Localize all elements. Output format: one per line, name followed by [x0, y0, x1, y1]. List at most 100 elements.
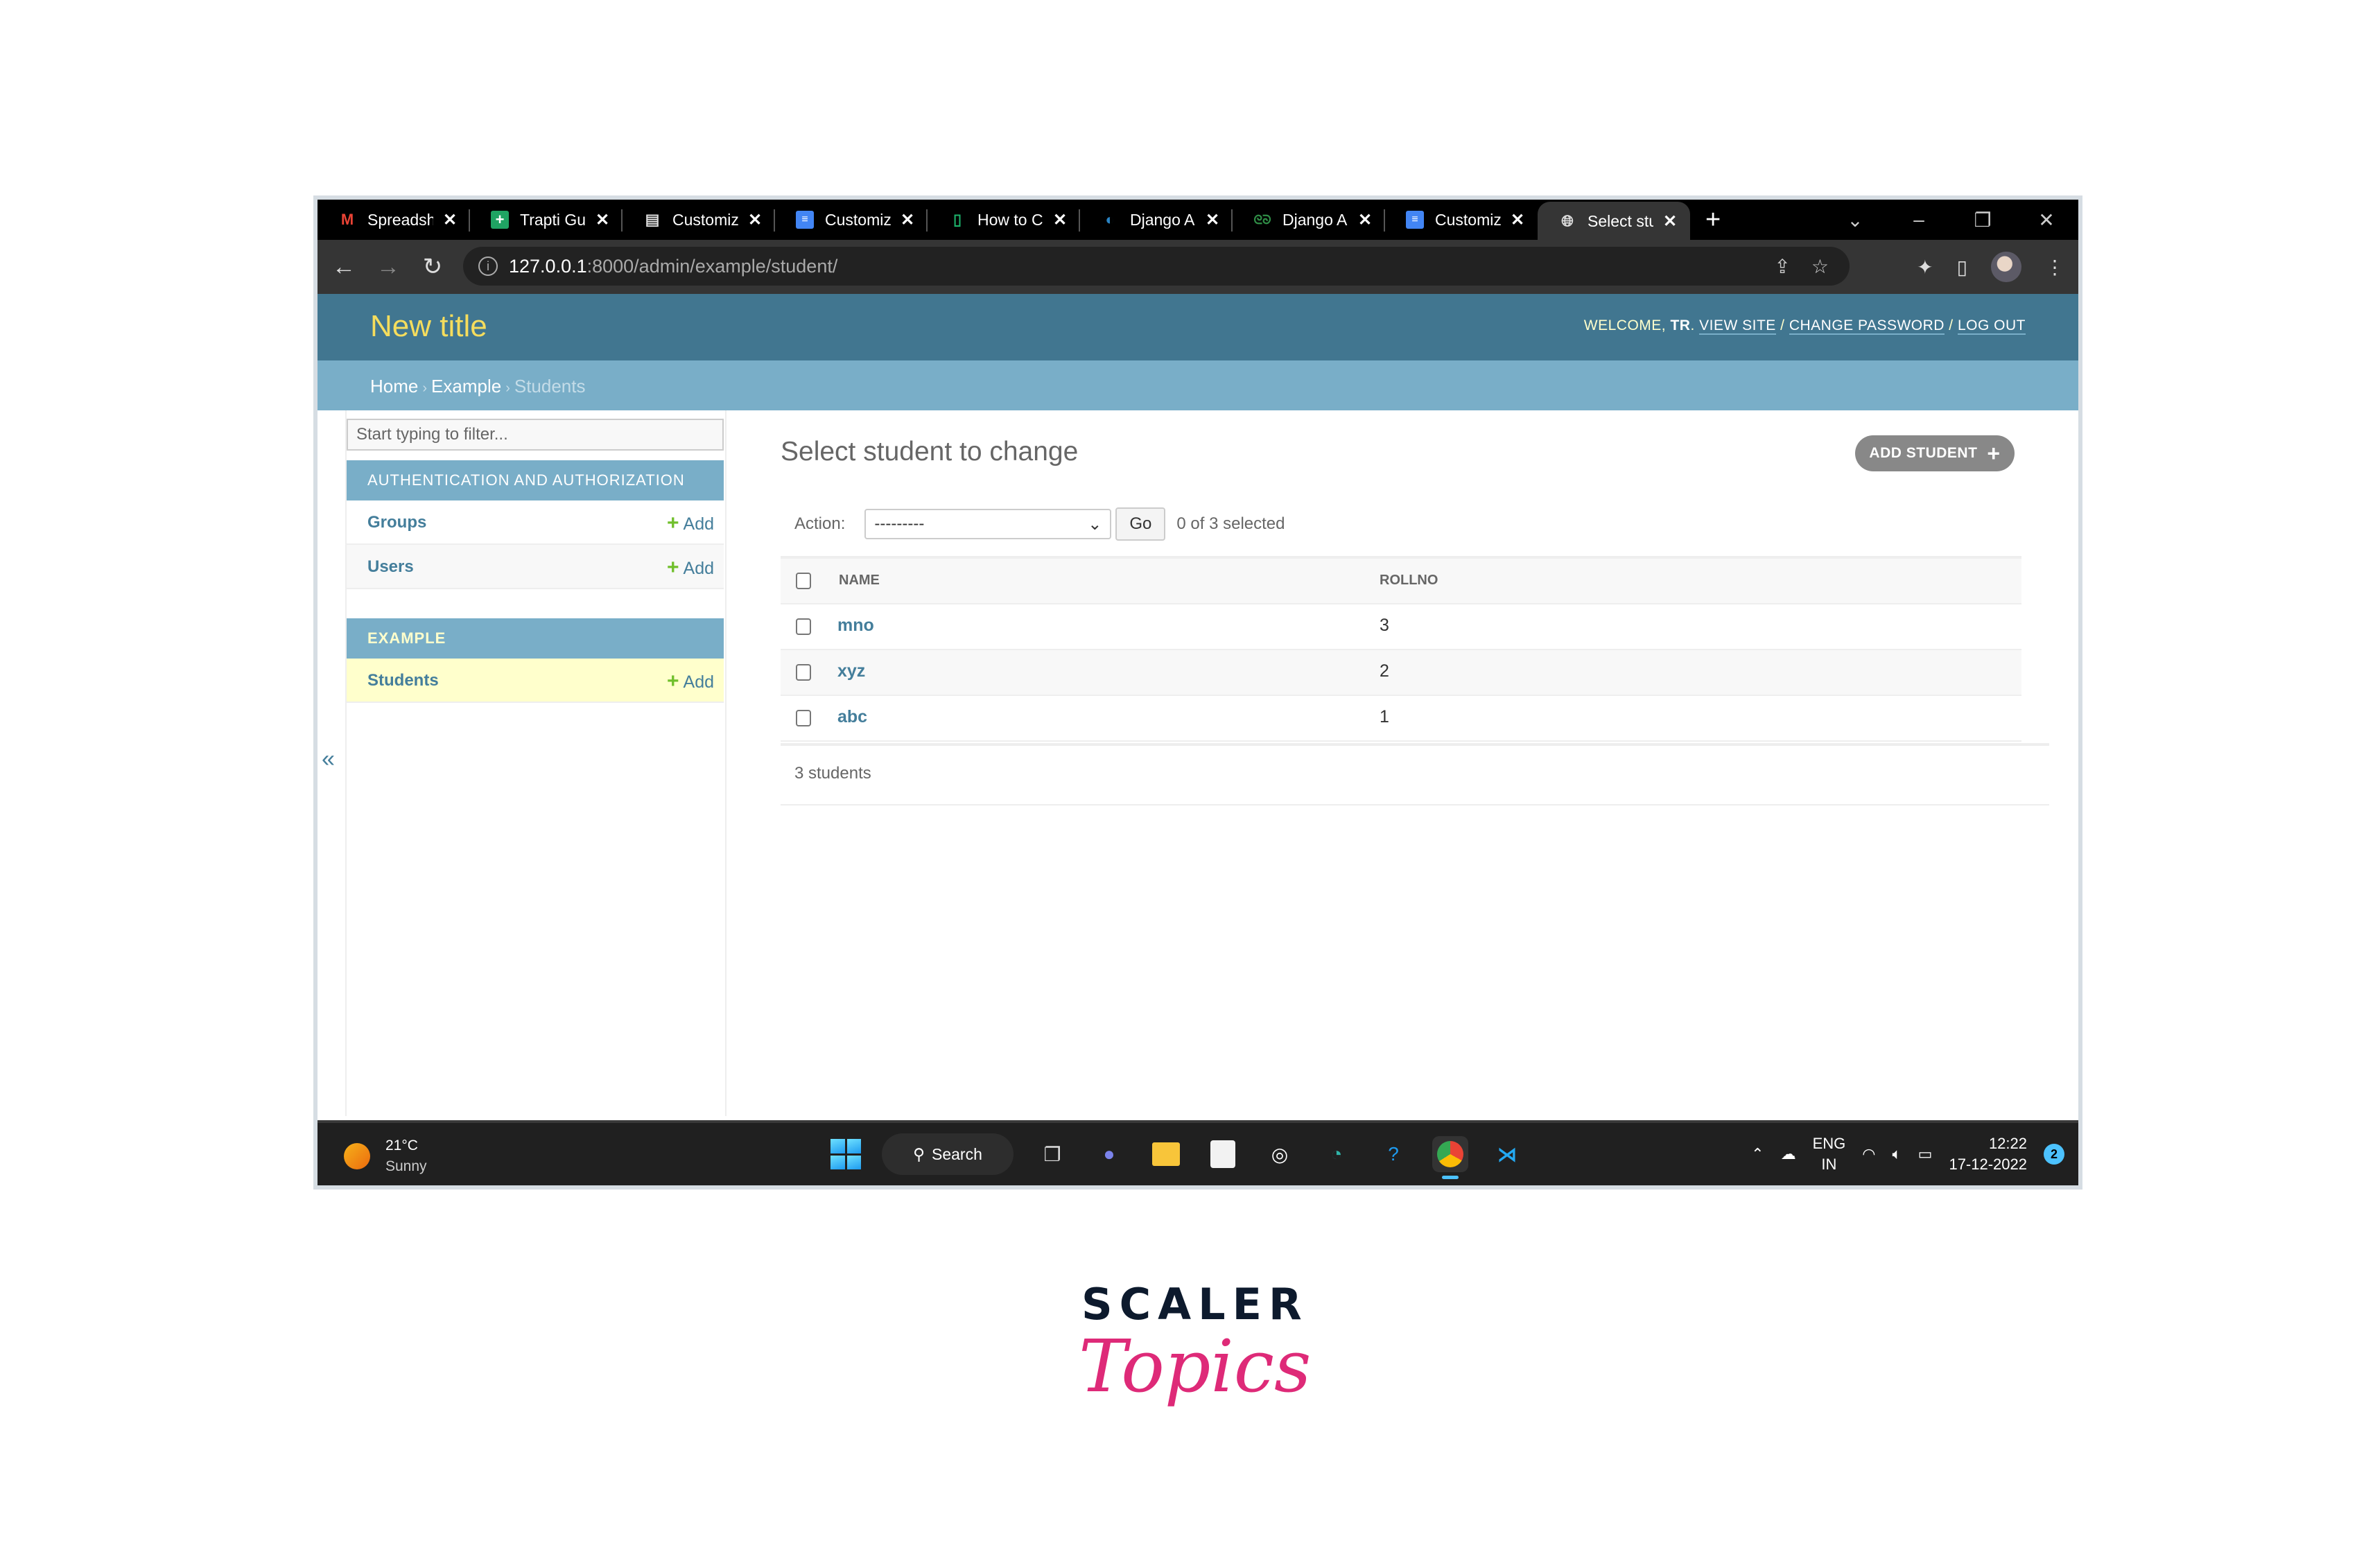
- extensions-puzzle-icon[interactable]: ✦: [1917, 256, 1933, 279]
- column-header-name[interactable]: NAME: [839, 573, 880, 589]
- minimize-button[interactable]: –: [1887, 209, 1951, 231]
- app-caption-auth[interactable]: AUTHENTICATION AND AUTHORIZATION: [347, 460, 724, 500]
- close-tab-icon[interactable]: ✕: [1663, 211, 1677, 232]
- site-title[interactable]: New title: [370, 309, 487, 344]
- tab-label: Spreadsh: [367, 210, 433, 229]
- forward-button[interactable]: →: [366, 254, 410, 281]
- change-password-link[interactable]: CHANGE PASSWORD: [1789, 317, 1945, 335]
- chrome-icon[interactable]: [1432, 1136, 1468, 1179]
- browser-tab[interactable]: ≡ Customiz ✕: [775, 200, 928, 240]
- username: TR: [1670, 317, 1691, 333]
- student-name-link[interactable]: abc: [837, 707, 867, 727]
- profile-avatar[interactable]: [1991, 252, 2021, 282]
- action-select[interactable]: --------- ⌄: [864, 509, 1112, 539]
- reload-button[interactable]: ↻: [410, 253, 455, 281]
- nav-filter-input[interactable]: Start typing to filter...: [347, 419, 724, 451]
- close-tab-icon[interactable]: ✕: [748, 210, 762, 230]
- tab-label: Customiz: [1435, 210, 1501, 229]
- rollno-cell: 1: [1380, 707, 1389, 726]
- help-icon[interactable]: ?: [1375, 1136, 1411, 1172]
- app-caption-example[interactable]: EXAMPLE: [347, 618, 724, 659]
- browser-tab[interactable]: ▤ Customiz ✕: [623, 200, 775, 240]
- wifi-icon[interactable]: ◠: [1862, 1145, 1875, 1163]
- close-tab-icon[interactable]: ✕: [595, 210, 609, 230]
- close-tab-icon[interactable]: ✕: [1511, 210, 1524, 230]
- browser-tab[interactable]: M Spreadsh ✕: [318, 200, 470, 240]
- student-name-link[interactable]: mno: [837, 616, 874, 636]
- toggle-sidebar-button[interactable]: «: [322, 746, 335, 773]
- row-checkbox[interactable]: [796, 618, 811, 635]
- select-all-checkbox[interactable]: [796, 573, 811, 589]
- microsoft-store-icon[interactable]: [1205, 1136, 1241, 1172]
- table-row: xyz 2: [781, 650, 2021, 696]
- window-controls: ⌄ – ❐ ✕: [1823, 200, 2078, 240]
- windows-taskbar: 21°C Sunny ⚲ Search ❐ ● ◎ ◔ ? ⋊ ⌃ ☁ ENG IN …: [318, 1120, 2078, 1185]
- teams-chat-icon[interactable]: ●: [1091, 1136, 1127, 1172]
- row-checkbox[interactable]: [796, 664, 811, 681]
- close-tab-icon[interactable]: ✕: [1206, 210, 1219, 230]
- weather-widget[interactable]: 21°C Sunny: [344, 1135, 427, 1177]
- add-group-link[interactable]: + Add: [667, 512, 714, 535]
- plus-icon: +: [666, 670, 679, 692]
- row-checkbox[interactable]: [796, 710, 811, 726]
- docs-icon: ≡: [1406, 211, 1424, 229]
- close-tab-icon[interactable]: ✕: [443, 210, 457, 230]
- close-tab-icon[interactable]: ✕: [1358, 210, 1372, 230]
- side-panel-icon[interactable]: ▯: [1957, 256, 1967, 279]
- browser-tab[interactable]: ▯ How to C ✕: [928, 200, 1080, 240]
- taskbar-search[interactable]: ⚲ Search: [882, 1133, 1014, 1175]
- share-icon[interactable]: ⇪: [1774, 255, 1790, 278]
- paginator: 3 students: [781, 743, 2049, 805]
- admin-header: New title WELCOME, TR. VIEW SITE / CHANG…: [318, 294, 2078, 360]
- new-tab-button[interactable]: +: [1705, 205, 1721, 235]
- breadcrumb-example[interactable]: Example: [431, 376, 501, 397]
- nav-sidebar: Start typing to filter... AUTHENTICATION…: [345, 410, 727, 1116]
- breadcrumb-current: Students: [514, 376, 586, 397]
- volume-icon[interactable]: 🔈︎: [1892, 1145, 1901, 1163]
- students-link[interactable]: Students: [367, 671, 439, 690]
- clock[interactable]: 12:22 17-12-2022: [1949, 1133, 2027, 1175]
- view-site-link[interactable]: VIEW SITE: [1699, 317, 1776, 335]
- restore-button[interactable]: ❐: [1951, 209, 2015, 232]
- log-out-link[interactable]: LOG OUT: [1957, 317, 2026, 335]
- student-name-link[interactable]: xyz: [837, 661, 865, 681]
- django-icon: ◐: [1105, 211, 1115, 228]
- address-bar[interactable]: i 127.0.0.1:8000/admin/example/student/ …: [463, 247, 1850, 286]
- close-tab-icon[interactable]: ✕: [1053, 210, 1067, 230]
- tab-search-icon[interactable]: ⌄: [1823, 209, 1887, 232]
- site-info-icon[interactable]: i: [478, 256, 498, 276]
- breadcrumb-home[interactable]: Home: [370, 376, 418, 397]
- file-explorer-icon[interactable]: [1148, 1136, 1184, 1172]
- browser-tab-active[interactable]: 🌐︎ Select stu ✕: [1538, 202, 1690, 241]
- task-view-icon[interactable]: ❐: [1034, 1136, 1070, 1172]
- groups-link[interactable]: Groups: [367, 513, 426, 532]
- browser-tab[interactable]: ᘓᘐ Django A ✕: [1233, 200, 1385, 240]
- vscode-icon[interactable]: ⋊: [1489, 1136, 1525, 1172]
- browser-toolbar: ← → ↻ i 127.0.0.1:8000/admin/example/stu…: [318, 240, 2078, 294]
- users-link[interactable]: Users: [367, 557, 414, 577]
- onedrive-cloud-icon[interactable]: ☁: [1781, 1145, 1796, 1163]
- tab-label: Trapti Gu: [520, 210, 586, 229]
- start-button[interactable]: [830, 1139, 861, 1169]
- browser-tab[interactable]: + Trapti Gu ✕: [470, 200, 623, 240]
- app-icon[interactable]: ◎: [1262, 1136, 1298, 1172]
- add-student-link[interactable]: + Add: [667, 670, 714, 693]
- tab-label: How to C: [977, 210, 1043, 229]
- edge-icon[interactable]: ◔: [1319, 1136, 1355, 1172]
- browser-tab[interactable]: ◐ Django A ✕: [1080, 200, 1233, 240]
- column-header-rollno[interactable]: ROLLNO: [1380, 573, 1438, 589]
- add-user-link[interactable]: + Add: [667, 556, 714, 580]
- battery-icon[interactable]: ▭: [1918, 1145, 1933, 1163]
- show-hidden-icons-chevron[interactable]: ⌃: [1751, 1145, 1764, 1163]
- add-student-button[interactable]: ADD STUDENT +: [1855, 435, 2015, 471]
- browser-menu-icon[interactable]: ⋮: [2045, 256, 2064, 279]
- close-window-button[interactable]: ✕: [2015, 209, 2078, 232]
- browser-tab[interactable]: ≡ Customiz ✕: [1385, 200, 1538, 240]
- go-button[interactable]: Go: [1115, 507, 1166, 541]
- back-button[interactable]: ←: [322, 254, 366, 281]
- bookmark-star-icon[interactable]: ☆: [1811, 255, 1829, 278]
- close-tab-icon[interactable]: ✕: [901, 210, 914, 230]
- notification-badge[interactable]: 2: [2044, 1144, 2064, 1165]
- rollno-cell: 3: [1380, 616, 1389, 635]
- language-indicator[interactable]: ENG IN: [1813, 1133, 1846, 1175]
